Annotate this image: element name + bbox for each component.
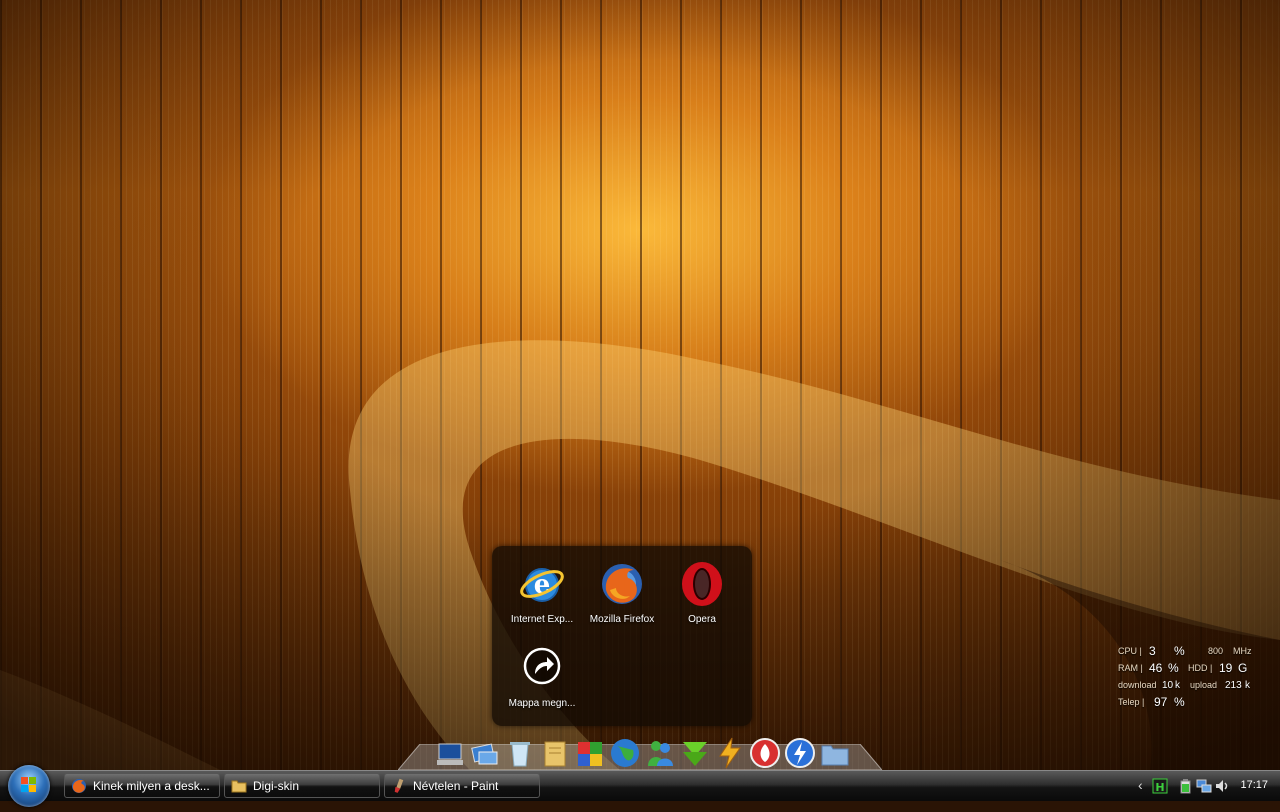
cpu-freq: 800 xyxy=(1208,646,1224,656)
cpu-freq-unit: MHz xyxy=(1233,646,1252,656)
recycle-bin-icon[interactable] xyxy=(504,736,536,770)
documents-icon[interactable] xyxy=(539,736,571,770)
battery-value: 97 xyxy=(1154,695,1168,709)
taskbar-button-firefox[interactable]: Kinek milyen a desk... xyxy=(64,773,220,798)
dock xyxy=(434,730,851,770)
download-label: download xyxy=(1118,680,1157,690)
taskbar: Kinek milyen a desk... Digi-skin Névtele… xyxy=(0,765,1280,807)
taskbar-button-paint[interactable]: Névtelen - Paint xyxy=(384,773,540,798)
taskbar-button-label: Digi-skin xyxy=(253,778,300,793)
battery-unit: % xyxy=(1174,695,1185,709)
stack-item-label: Opera xyxy=(688,614,716,625)
cpu-value: 3 xyxy=(1149,644,1156,658)
taskbar-button-label: Kinek milyen a desk... xyxy=(93,778,210,793)
ram-label: RAM | xyxy=(1118,663,1143,673)
stack-item-internet-explorer[interactable]: e Internet Exp... xyxy=(502,560,582,625)
hdd-value: 19 xyxy=(1219,661,1233,675)
opera-icon xyxy=(682,562,722,606)
battery-label: Telep | xyxy=(1118,697,1145,707)
computer-icon[interactable] xyxy=(434,736,466,770)
download-unit: k xyxy=(1175,680,1180,691)
stack-item-firefox[interactable]: Mozilla Firefox xyxy=(582,560,662,625)
green-h-icon[interactable]: H xyxy=(1152,778,1168,794)
windows-logo-icon xyxy=(21,777,36,792)
upload-unit: k xyxy=(1245,680,1250,691)
clock[interactable]: 17:17 xyxy=(1240,779,1268,791)
winamp-icon[interactable] xyxy=(714,736,746,770)
burning-icon[interactable] xyxy=(749,736,781,770)
ram-unit: % xyxy=(1168,661,1179,675)
network-icon[interactable] xyxy=(1196,778,1212,794)
system-monitor-widget: CPU | 3 % 800 MHz RAM | 46 % HDD | 19 G … xyxy=(1118,643,1268,711)
stack-item-open-folder[interactable]: Mappa megn... xyxy=(502,644,582,709)
start-button[interactable] xyxy=(8,765,50,807)
show-hidden-icons-chevron[interactable]: ‹ xyxy=(1138,777,1143,793)
taskbar-button-folder[interactable]: Digi-skin xyxy=(224,773,380,798)
speed-icon[interactable] xyxy=(784,736,816,770)
stack-item-opera[interactable]: Opera xyxy=(662,560,742,625)
download-icon[interactable] xyxy=(679,736,711,770)
volume-icon[interactable] xyxy=(1214,778,1230,794)
firefox-icon xyxy=(72,778,86,793)
cpu-label: CPU | xyxy=(1118,646,1142,656)
firefox-icon xyxy=(602,564,642,604)
hdd-label: HDD | xyxy=(1188,663,1213,673)
paint-icon xyxy=(394,778,404,793)
open-folder-arrow-icon xyxy=(523,647,561,685)
network-icon[interactable] xyxy=(469,736,501,770)
svg-text:H: H xyxy=(1155,781,1164,794)
battery-icon[interactable] xyxy=(1178,778,1194,794)
stack-popup: e Internet Exp... Mozilla Firefox Opera … xyxy=(492,546,752,726)
office-icon[interactable] xyxy=(574,736,606,770)
stack-item-label: Mappa megn... xyxy=(508,698,576,709)
stack-item-label: Mozilla Firefox xyxy=(589,614,655,625)
stack-item-label: Internet Exp... xyxy=(510,614,574,625)
cpu-unit: % xyxy=(1174,644,1185,658)
system-tray: ‹ H 17:17 xyxy=(1130,771,1280,801)
folder-icon[interactable] xyxy=(819,736,851,770)
globe-icon[interactable] xyxy=(609,736,641,770)
folder-icon xyxy=(231,780,247,792)
hdd-unit: G xyxy=(1238,661,1248,675)
taskbar-button-label: Névtelen - Paint xyxy=(413,778,499,793)
upload-value: 213 xyxy=(1225,680,1242,691)
messenger-icon[interactable] xyxy=(644,736,676,770)
download-value: 10 xyxy=(1162,680,1174,691)
internet-explorer-icon: e xyxy=(520,568,564,602)
ram-value: 46 xyxy=(1149,661,1163,675)
upload-label: upload xyxy=(1190,680,1218,690)
